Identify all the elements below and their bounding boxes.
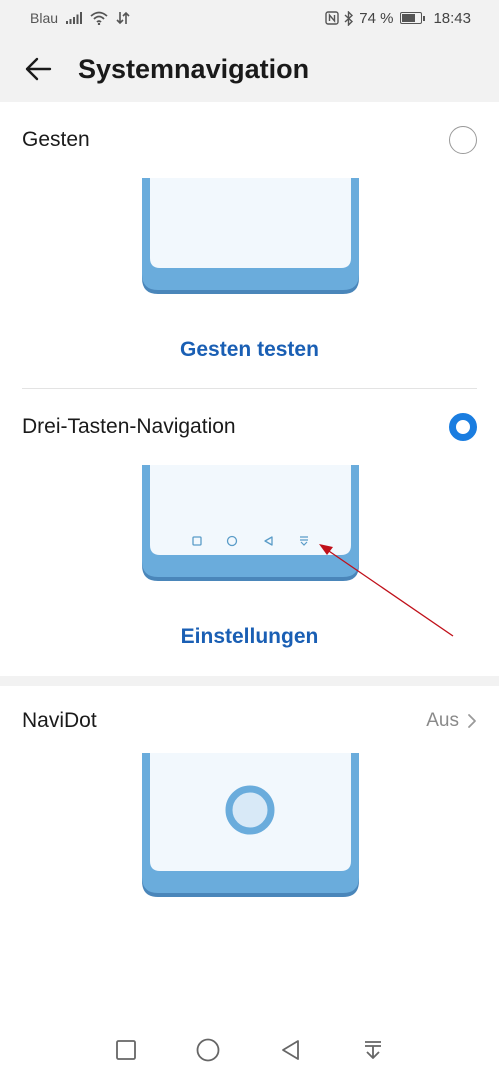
page-title: Systemnavigation xyxy=(78,53,310,84)
battery-percent: 74 % xyxy=(359,9,394,27)
navidot-preview xyxy=(142,753,359,899)
arrow-left-icon xyxy=(25,57,52,81)
option-navidot[interactable]: NaviDot Aus xyxy=(22,701,477,741)
notification-pull-button[interactable] xyxy=(355,1032,391,1068)
option-navidot-label: NaviDot xyxy=(22,709,97,732)
gestures-preview xyxy=(142,178,359,296)
divider xyxy=(22,388,477,389)
gestures-radio[interactable] xyxy=(449,126,477,154)
navidot-value-group: Aus xyxy=(426,710,477,732)
three-key-preview xyxy=(142,465,359,583)
home-button[interactable] xyxy=(190,1032,226,1068)
navidot-value: Aus xyxy=(426,710,459,731)
back-icon xyxy=(281,1040,299,1060)
bluetooth-icon xyxy=(344,10,354,26)
home-icon xyxy=(196,1038,220,1062)
recent-apps-button[interactable] xyxy=(108,1032,144,1068)
notification-pull-icon xyxy=(364,1041,381,1059)
carrier-label: Blau xyxy=(30,10,59,26)
signal-icon xyxy=(66,12,83,24)
back-nav-button[interactable] xyxy=(273,1032,309,1068)
settings-button[interactable]: Einstellungen xyxy=(0,625,499,649)
option-gestures[interactable]: Gesten xyxy=(22,120,477,160)
clock: 18:43 xyxy=(433,9,471,27)
option-three-key[interactable]: Drei-Tasten-Navigation xyxy=(22,407,477,447)
option-gestures-label: Gesten xyxy=(22,128,90,151)
wifi-icon xyxy=(90,11,108,25)
test-gestures-button[interactable]: Gesten testen xyxy=(0,338,499,362)
option-three-key-label: Drei-Tasten-Navigation xyxy=(22,415,236,438)
status-right: 74 % 18:43 xyxy=(325,10,471,27)
status-bar: Blau 74 % 18:43 xyxy=(0,0,499,36)
recent-apps-icon xyxy=(116,1040,137,1060)
data-transfer-icon xyxy=(116,11,130,25)
navidot-icon xyxy=(225,785,275,835)
battery-icon xyxy=(400,12,426,24)
three-key-radio[interactable] xyxy=(449,413,477,441)
back-button[interactable] xyxy=(18,49,58,89)
system-nav-bar xyxy=(0,1020,499,1080)
chevron-right-icon xyxy=(468,714,476,728)
section-gap xyxy=(0,676,499,686)
status-left: Blau xyxy=(30,10,130,26)
nfc-icon xyxy=(325,11,339,25)
app-header: Systemnavigation xyxy=(0,36,499,102)
